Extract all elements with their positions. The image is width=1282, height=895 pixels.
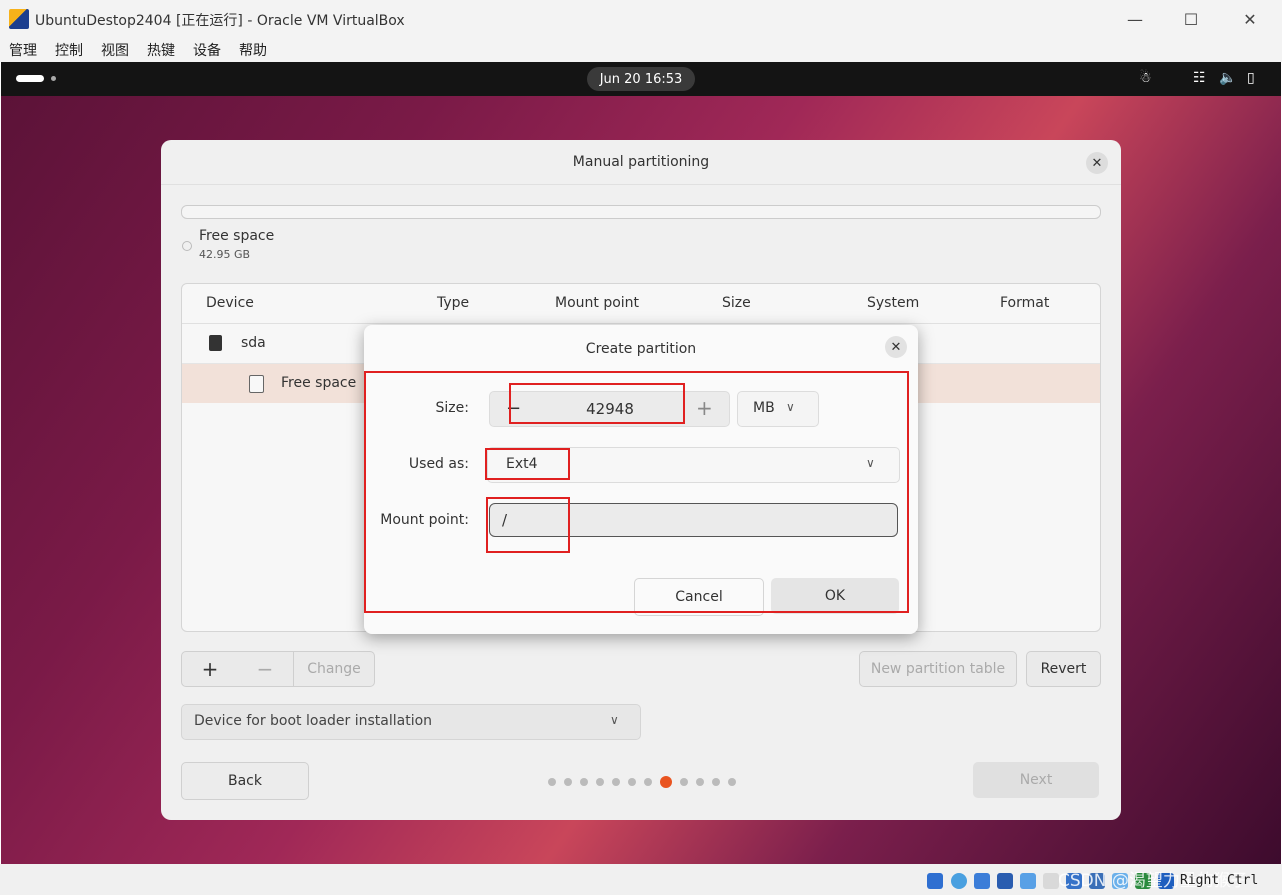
col-device[interactable]: Device: [206, 295, 254, 311]
host-key-label: Right Ctrl: [1180, 873, 1259, 888]
dialog-close-icon[interactable]: ✕: [885, 336, 907, 358]
pager-dot-active: [660, 776, 672, 788]
annotation-box-mount-point: [486, 497, 570, 553]
pager-dot: [644, 778, 652, 786]
revert-button[interactable]: Revert: [1026, 651, 1101, 687]
clock[interactable]: Jun 20 16:53: [587, 67, 695, 91]
pager-dot: [628, 778, 636, 786]
change-partition-button[interactable]: Change: [294, 651, 375, 687]
disk-usage-bar: [181, 205, 1101, 219]
row-device: sda: [241, 335, 266, 351]
pager-dot: [548, 778, 556, 786]
window-title: UbuntuDestop2404 [正在运行] - Oracle VM Virt…: [35, 13, 405, 29]
col-size[interactable]: Size: [722, 295, 751, 311]
menu-help[interactable]: 帮助: [239, 40, 267, 60]
row-device: Free space: [281, 375, 357, 391]
network-icon[interactable]: ☷: [1193, 70, 1206, 86]
pager-dot: [596, 778, 604, 786]
usb-icon[interactable]: [1020, 873, 1036, 889]
pager-dot: [712, 778, 720, 786]
pager-dot: [680, 778, 688, 786]
audio-icon[interactable]: [974, 873, 990, 889]
virtualbox-logo-icon: [9, 9, 29, 29]
chevron-down-icon: ∨: [610, 713, 619, 727]
col-mount-point[interactable]: Mount point: [555, 295, 639, 311]
free-space-legend-icon: [182, 241, 192, 251]
volume-icon[interactable]: 🔈: [1219, 70, 1236, 86]
shared-folders-icon[interactable]: [1043, 873, 1059, 889]
disk-icon: [209, 335, 222, 351]
maximize-icon[interactable]: ☐: [1168, 4, 1214, 34]
installer-close-icon[interactable]: ✕: [1086, 152, 1108, 174]
close-icon[interactable]: ✕: [1227, 4, 1273, 34]
back-button[interactable]: Back: [181, 762, 309, 800]
new-partition-table-button[interactable]: New partition table: [859, 651, 1017, 687]
minimize-icon[interactable]: —: [1112, 4, 1158, 34]
remove-partition-button[interactable]: −: [237, 651, 294, 687]
col-type[interactable]: Type: [437, 295, 469, 311]
network-adapter-icon[interactable]: [997, 873, 1013, 889]
menu-devices[interactable]: 设备: [193, 40, 221, 60]
accessibility-icon[interactable]: ☃: [1139, 70, 1152, 86]
pager-dot: [564, 778, 572, 786]
pager-dot: [728, 778, 736, 786]
pager-dot: [696, 778, 704, 786]
legend-label: Free space: [199, 228, 275, 244]
annotation-box-used-as: [485, 448, 570, 480]
annotation-box-size: [509, 383, 685, 424]
battery-icon[interactable]: ▯: [1247, 70, 1255, 86]
legend-size: 42.95 GB: [199, 248, 251, 261]
bootloader-label: Device for boot loader installation: [194, 713, 433, 729]
optical-drive-icon[interactable]: [951, 873, 967, 889]
installer-title: Manual partitioning: [572, 154, 710, 170]
pager-dot: [612, 778, 620, 786]
free-space-icon: [249, 375, 264, 393]
workspace-indicator-active[interactable]: [16, 75, 44, 82]
menu-manage[interactable]: 管理: [9, 40, 37, 60]
dialog-title: Create partition: [585, 341, 697, 357]
col-format[interactable]: Format: [1000, 295, 1049, 311]
pager-dot: [580, 778, 588, 786]
menu-control[interactable]: 控制: [55, 40, 83, 60]
partition-table-header: Device Type Mount point Size System Form…: [182, 284, 1100, 324]
hard-disk-icon[interactable]: [927, 873, 943, 889]
next-button[interactable]: Next: [973, 762, 1099, 798]
step-pager: [548, 776, 736, 788]
add-partition-button[interactable]: +: [181, 651, 239, 687]
menu-view[interactable]: 视图: [101, 40, 129, 60]
workspace-indicator[interactable]: [51, 76, 56, 81]
menu-hotkey[interactable]: 热键: [147, 40, 175, 60]
bootloader-device-dropdown[interactable]: Device for boot loader installation ∨: [181, 704, 641, 740]
col-system[interactable]: System: [867, 295, 919, 311]
guest-desktop: Jun 20 16:53 ☃ ☷ 🔈 ▯ Manual partitioning…: [1, 62, 1281, 864]
